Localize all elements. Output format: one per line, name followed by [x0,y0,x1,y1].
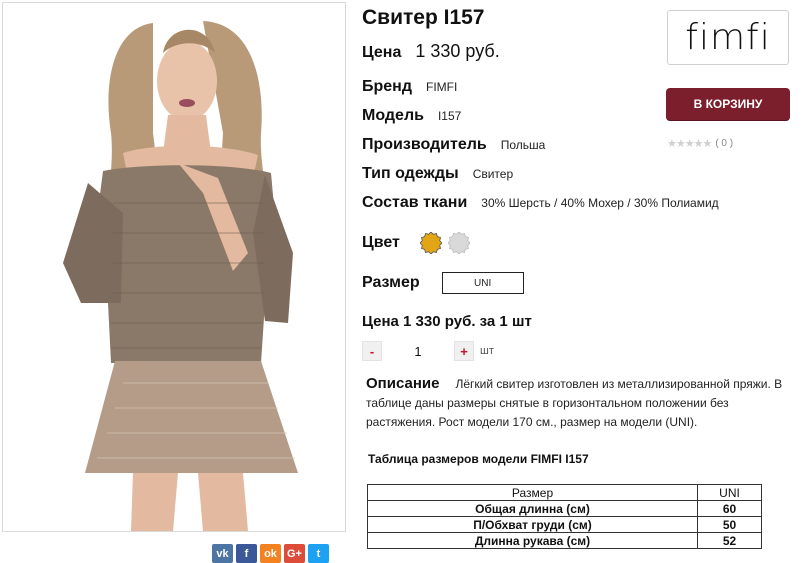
table-cell: П/Обхват груди (см) [367,516,698,533]
color-row: Цвет [362,232,470,254]
table-cell: 60 [697,500,762,517]
description: Описание Лёгкий свитер изготовлен из мета… [366,374,794,432]
table-header: UNI [697,484,762,501]
price-value: 1 330 руб. [415,41,500,61]
table-cell: Длинна рукава (см) [367,532,698,549]
odnoklassniki-icon[interactable]: ok [260,544,281,563]
spec-value: 30% Шерсть / 40% Мохер / 30% Полиамид [481,196,719,210]
spec-brand: Бренд FIMFI [362,78,457,96]
total-price-line: Цена 1 330 руб. за 1 шт [362,313,532,330]
product-photo[interactable] [2,2,346,532]
twitter-icon[interactable]: t [308,544,329,563]
product-title: Свитер I157 [362,6,485,29]
size-row: Размер UNI [362,272,524,294]
spec-label: Бренд [362,78,412,95]
color-label: Цвет [362,234,400,251]
add-to-cart-button[interactable]: В КОРЗИНУ [666,88,790,120]
spec-label: Тип одежды [362,165,459,182]
qty-unit: шт [480,345,494,357]
facebook-icon[interactable]: f [236,544,257,563]
size-table: Размер UNI Общая длинна (см) 60 П/Обхват… [367,484,762,549]
table-cell: 50 [697,516,762,533]
size-option-uni[interactable]: UNI [441,272,524,294]
table-header-row: Размер UNI [367,484,762,501]
qty-plus-button[interactable]: + [454,341,474,361]
qty-minus-button[interactable]: - [362,341,382,361]
spec-label: Производитель [362,136,487,153]
brand-logo[interactable]: fimfi [667,10,789,65]
spec-value: FIMFI [426,80,458,94]
table-row: Общая длинна (см) 60 [367,500,762,517]
price-line: Цена 1 330 руб. [362,41,500,62]
spec-value: I157 [437,109,462,123]
share-bar: vk f ok G+ t [212,544,329,563]
quantity-stepper: - 1 + шт [362,341,494,361]
qty-value[interactable]: 1 [382,344,454,359]
rating-stars-icon[interactable]: ★★★★★ [667,137,712,150]
table-row: Длинна рукава (см) 52 [367,532,762,549]
table-row: П/Обхват груди (см) 50 [367,516,762,533]
price-label: Цена [362,44,402,61]
size-label: Размер [362,274,420,291]
spec-manufacturer: Производитель Польша [362,136,545,154]
size-table-title: Таблица размеров модели FIMFI I157 [368,452,589,466]
spec-value: Польша [500,138,546,152]
table-cell: 52 [697,532,762,549]
spec-clothing-type: Тип одежды Свитер [362,165,513,183]
spec-value: Свитер [472,167,514,181]
spec-label: Модель [362,107,424,124]
google-plus-icon[interactable]: G+ [284,544,305,563]
description-label: Описание [366,375,440,392]
vk-icon[interactable]: vk [212,544,233,563]
table-header: Размер [367,484,698,501]
color-swatch[interactable] [447,232,470,254]
color-swatch[interactable] [419,232,442,254]
spec-fabric: Состав ткани 30% Шерсть / 40% Мохер / 30… [362,194,719,212]
color-swatches [419,232,470,254]
rating: ★★★★★ ( 0 ) [667,137,733,150]
table-cell: Общая длинна (см) [367,500,698,517]
spec-model: Модель I157 [362,107,461,125]
spec-label: Состав ткани [362,194,468,211]
product-image [3,3,345,531]
rating-count: ( 0 ) [715,138,734,149]
